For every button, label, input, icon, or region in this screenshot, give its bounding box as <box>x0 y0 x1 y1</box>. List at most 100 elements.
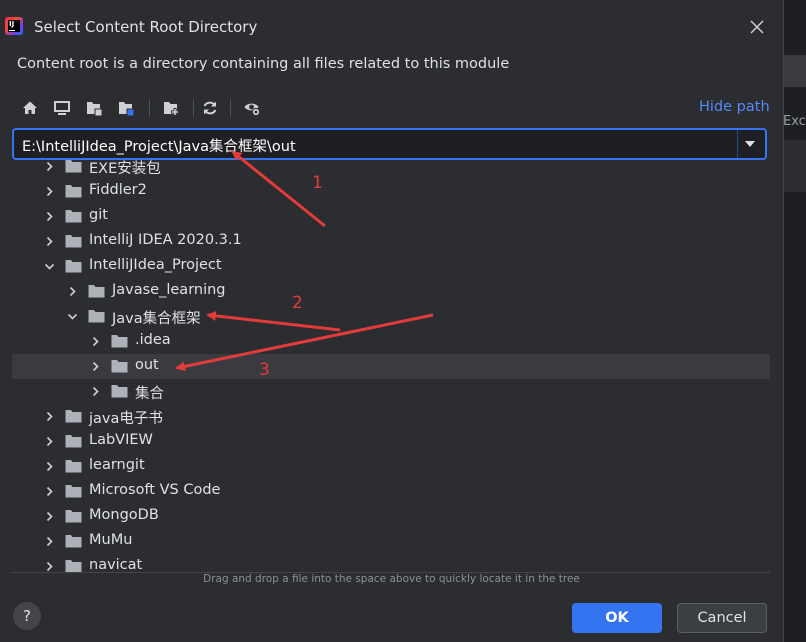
dropdown-separator <box>737 130 738 158</box>
chevron-right-icon[interactable] <box>45 512 54 521</box>
tree-item-label: LabVIEW <box>89 432 153 448</box>
chevron-right-icon[interactable] <box>45 537 54 546</box>
annotation-label-3: 3 <box>259 360 270 380</box>
drag-drop-hint: Drag and drop a file into the space abov… <box>203 573 580 585</box>
path-input[interactable]: E:\IntelliJIdea_Project\Java集合框架\out <box>12 128 767 160</box>
tree-item-label: MongoDB <box>89 507 159 523</box>
select-content-root-dialog: IJ Select Content Root Directory Content… <box>0 0 784 642</box>
folder-icon <box>65 235 82 248</box>
tree-item-label: EXE安装包 <box>89 161 161 177</box>
dialog-title: Select Content Root Directory <box>34 18 258 36</box>
folder-icon <box>65 435 82 448</box>
tree-item-label: Fiddler2 <box>89 182 147 198</box>
dialog-description: Content root is a directory containing a… <box>17 56 510 72</box>
show-hidden-icon[interactable] <box>240 96 264 120</box>
chevron-right-icon[interactable] <box>91 337 100 346</box>
tree-item-label: Javase_learning <box>112 282 226 298</box>
home-icon[interactable] <box>18 96 42 120</box>
tree-row[interactable]: Java集合框架 <box>12 304 770 329</box>
toolbar-separator <box>193 99 194 117</box>
refresh-icon[interactable] <box>198 96 222 120</box>
chevron-right-icon[interactable] <box>68 287 77 296</box>
tree-row[interactable]: LabVIEW <box>12 429 770 454</box>
chevron-right-icon[interactable] <box>45 487 54 496</box>
tree-row[interactable]: .idea <box>12 329 770 354</box>
tree-row[interactable]: EXE安装包 <box>12 160 770 179</box>
chevron-right-icon[interactable] <box>91 387 100 396</box>
tree-row[interactable]: 集合 <box>12 379 770 404</box>
folder-icon <box>111 385 128 398</box>
folder-icon <box>88 285 105 298</box>
chevron-right-icon[interactable] <box>45 562 54 571</box>
path-input-value[interactable]: E:\IntelliJIdea_Project\Java集合框架\out <box>22 135 296 156</box>
intellij-app-icon: IJ <box>5 17 23 35</box>
folder-icon <box>65 160 82 173</box>
toolbar-separator <box>230 99 231 117</box>
tree-row[interactable]: Javase_learning <box>12 279 770 304</box>
annotation-label-1: 1 <box>312 173 323 193</box>
help-button[interactable]: ? <box>13 602 41 630</box>
tree-row[interactable]: Microsoft VS Code <box>12 479 770 504</box>
project-folder-icon[interactable] <box>82 96 106 120</box>
tree-row[interactable]: git <box>12 204 770 229</box>
tree-item-label: out <box>135 357 159 373</box>
background-panel <box>783 55 806 87</box>
folder-icon <box>65 410 82 423</box>
tree-row[interactable]: IntelliJIdea_Project <box>12 254 770 279</box>
folder-icon <box>88 310 105 323</box>
folder-icon <box>65 510 82 523</box>
background-partial-text: Exc <box>783 114 806 129</box>
chevron-down-icon[interactable] <box>745 141 755 147</box>
chevron-right-icon[interactable] <box>45 462 54 471</box>
module-folder-icon[interactable] <box>114 96 138 120</box>
tree-item-label: Microsoft VS Code <box>89 482 221 498</box>
folder-icon <box>65 210 82 223</box>
background-panel <box>783 140 806 192</box>
tree-row[interactable]: MongoDB <box>12 504 770 529</box>
tree-row[interactable]: Fiddler2 <box>12 179 770 204</box>
chevron-right-icon[interactable] <box>45 437 54 446</box>
tree-item-label: git <box>89 207 108 223</box>
folder-icon <box>65 560 82 572</box>
folder-icon <box>111 335 128 348</box>
tree-item-label: MuMu <box>89 532 133 548</box>
chevron-down-icon[interactable] <box>68 312 77 321</box>
annotation-label-2: 2 <box>292 293 303 313</box>
tree-row[interactable]: IntelliJ IDEA 2020.3.1 <box>12 229 770 254</box>
hide-path-link[interactable]: Hide path <box>699 99 770 115</box>
cancel-button[interactable]: Cancel <box>677 603 767 633</box>
tree-item-label: IntelliJIdea_Project <box>89 257 222 273</box>
tree-item-label: 集合 <box>135 386 164 402</box>
background-window-strip: Exc <box>783 0 806 642</box>
folder-icon <box>65 460 82 473</box>
tree-row[interactable]: navicat <box>12 554 770 573</box>
chevron-right-icon[interactable] <box>45 162 54 171</box>
folder-icon <box>65 185 82 198</box>
ok-button[interactable]: OK <box>572 603 662 633</box>
tree-item-label: navicat <box>89 557 143 573</box>
tree-row[interactable]: learngit <box>12 454 770 479</box>
tree-item-label: IntelliJ IDEA 2020.3.1 <box>89 232 242 248</box>
close-icon[interactable] <box>747 17 767 37</box>
folder-icon <box>65 485 82 498</box>
tree-row[interactable]: out <box>12 354 770 379</box>
chevron-right-icon[interactable] <box>45 412 54 421</box>
chevron-right-icon[interactable] <box>45 212 54 221</box>
folder-icon <box>111 360 128 373</box>
folder-icon <box>65 535 82 548</box>
chevron-right-icon[interactable] <box>45 187 54 196</box>
tree-row[interactable]: java电子书 <box>12 404 770 429</box>
tree-row[interactable]: MuMu <box>12 529 770 554</box>
toolbar-separator <box>149 99 150 117</box>
tree-item-label: .idea <box>135 332 171 348</box>
tree-item-label: learngit <box>89 457 145 473</box>
directory-tree[interactable]: navicat MuMu MongoDB Microsoft VS Code learn… <box>12 160 770 573</box>
desktop-icon[interactable] <box>50 96 74 120</box>
chevron-right-icon[interactable] <box>91 362 100 371</box>
folder-icon <box>65 260 82 273</box>
new-folder-icon[interactable] <box>159 96 183 120</box>
tree-item-label: java电子书 <box>89 411 163 427</box>
chevron-down-icon[interactable] <box>45 262 54 271</box>
chevron-right-icon[interactable] <box>45 237 54 246</box>
tree-item-label: Java集合框架 <box>112 311 201 327</box>
